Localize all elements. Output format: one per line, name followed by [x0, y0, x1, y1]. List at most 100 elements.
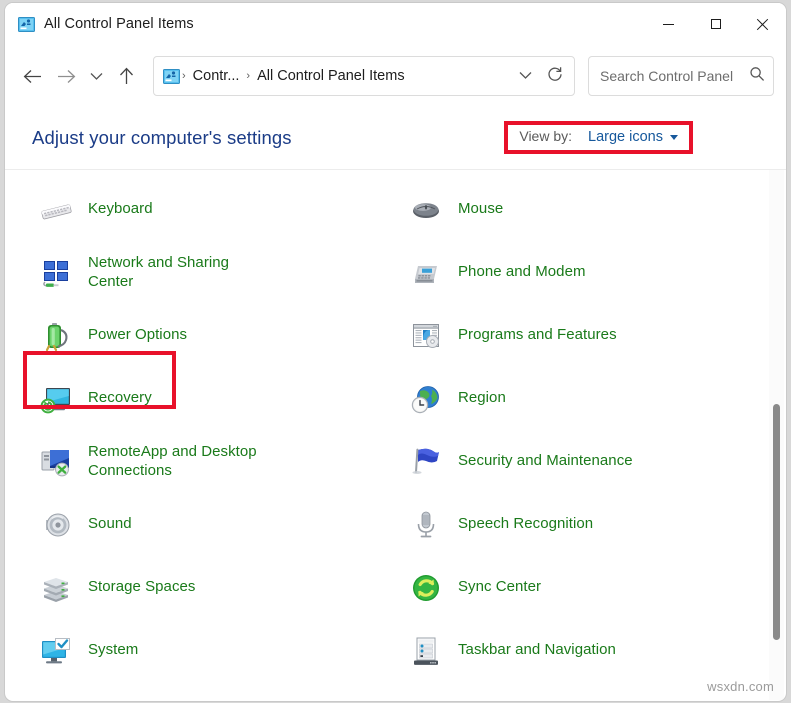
chevron-down-icon: [90, 72, 103, 81]
mouse-icon: [406, 190, 446, 230]
item-label: Phone and Modem: [458, 263, 586, 281]
previous-locations-button[interactable]: [510, 59, 540, 93]
sound-icon: [36, 505, 76, 545]
network-sharing-icon: [36, 253, 76, 293]
item-label: Security and Maintenance: [458, 452, 633, 470]
control-panel-item-power-options[interactable]: Power Options: [5, 304, 387, 367]
chevron-down-icon: [519, 67, 532, 85]
window-title: All Control Panel Items: [44, 16, 194, 32]
control-panel-item-speech-recognition[interactable]: Speech Recognition: [387, 493, 769, 556]
back-button[interactable]: [15, 59, 49, 93]
control-panel-item-troubleshooting[interactable]: Troubleshooting: [5, 682, 387, 700]
forward-button[interactable]: [49, 59, 83, 93]
arrow-left-icon: [23, 69, 42, 84]
control-panel-item-programs-and-features[interactable]: Programs and Features: [387, 304, 769, 367]
item-label: Keyboard: [88, 200, 153, 218]
control-panel-item-security-and-maintenance[interactable]: Security and Maintenance: [387, 430, 769, 493]
item-label: Mouse: [458, 200, 503, 218]
arrow-up-icon: [119, 67, 134, 85]
system-icon: [36, 631, 76, 671]
control-panel-item-sync-center[interactable]: Sync Center: [387, 556, 769, 619]
watermark: wsxdn.com: [707, 679, 774, 694]
control-panel-item-remoteapp-and-desktop-connections[interactable]: RemoteApp and Desktop Connections: [5, 430, 387, 493]
scrollbar-thumb[interactable]: [773, 404, 780, 640]
item-row: Sound: [5, 493, 769, 556]
control-panel-item-taskbar-and-navigation[interactable]: Taskbar and Navigation: [387, 619, 769, 682]
minimize-icon: [663, 24, 674, 25]
search-input[interactable]: [600, 68, 749, 84]
caption-buttons: [645, 3, 786, 45]
remoteapp-icon: [36, 442, 76, 482]
control-panel-item-storage-spaces[interactable]: Storage Spaces: [5, 556, 387, 619]
storage-spaces-icon: [36, 568, 76, 608]
control-panel-icon: [163, 69, 180, 84]
refresh-button[interactable]: [540, 59, 570, 93]
control-panel-item-network-and-sharing-center[interactable]: Network and Sharing Center: [5, 241, 387, 304]
security-maintenance-icon: [406, 442, 446, 482]
close-icon: [756, 18, 769, 31]
control-panel-item-phone-and-modem[interactable]: Phone and Modem: [387, 241, 769, 304]
item-label: RemoteApp and Desktop Connections: [88, 443, 263, 480]
title-bar: All Control Panel Items: [5, 3, 786, 45]
vertical-scrollbar[interactable]: [769, 170, 784, 700]
items-area: Keyboard: [5, 169, 786, 700]
control-panel-window: All Control Panel Items: [4, 2, 787, 702]
power-options-icon: [36, 316, 76, 356]
item-row: RemoteApp and Desktop Connections: [5, 430, 769, 493]
address-bar[interactable]: › Contr... › All Control Panel Items: [153, 56, 575, 96]
item-label: Storage Spaces: [88, 578, 195, 596]
item-row: Network and Sharing Center: [5, 241, 769, 304]
arrow-right-icon: [57, 69, 76, 84]
recovery-icon: [36, 379, 76, 419]
control-panel-icon: [18, 17, 35, 32]
item-label: Region: [458, 389, 506, 407]
control-panel-item-recovery[interactable]: Recovery: [5, 367, 387, 430]
maximize-button[interactable]: [692, 3, 739, 45]
breadcrumb-item-control-panel[interactable]: Contr...: [188, 65, 245, 87]
search-box[interactable]: [588, 56, 774, 96]
item-label: Recovery: [88, 389, 152, 407]
header-row: Adjust your computer's settings View by:…: [5, 107, 786, 169]
caret-down-icon[interactable]: [670, 135, 678, 140]
control-panel-item-mouse[interactable]: Mouse: [387, 178, 769, 241]
item-label: Sync Center: [458, 578, 541, 596]
page-title: Adjust your computer's settings: [32, 127, 292, 149]
item-row: Recovery: [5, 367, 769, 430]
keyboard-icon: [36, 190, 76, 230]
control-panel-item-system[interactable]: System: [5, 619, 387, 682]
view-by-dropdown[interactable]: View by: Large icons: [504, 121, 693, 154]
maximize-icon: [711, 19, 721, 29]
item-label: Programs and Features: [458, 326, 617, 344]
breadcrumb-item-all-items[interactable]: All Control Panel Items: [252, 65, 409, 87]
view-by-label: View by:: [519, 128, 572, 144]
breadcrumb-separator: ›: [244, 70, 252, 82]
item-row: Power Options: [5, 304, 769, 367]
close-button[interactable]: [739, 3, 786, 45]
troubleshooting-icon: [36, 694, 76, 701]
breadcrumb-separator: ›: [180, 70, 188, 82]
item-row: System: [5, 619, 769, 682]
item-label: Speech Recognition: [458, 515, 593, 533]
speech-recognition-icon: [406, 505, 446, 545]
region-icon: [406, 379, 446, 419]
item-row: Troubleshooting: [5, 682, 769, 700]
view-by-value[interactable]: Large icons: [588, 129, 663, 145]
item-label: Taskbar and Navigation: [458, 641, 616, 659]
item-label: Power Options: [88, 326, 187, 344]
minimize-button[interactable]: [645, 3, 692, 45]
control-panel-item-keyboard[interactable]: Keyboard: [5, 178, 387, 241]
control-panel-item-region[interactable]: Region: [387, 367, 769, 430]
item-label: Sound: [88, 515, 132, 533]
recent-locations-button[interactable]: [83, 59, 109, 93]
user-accounts-icon: [406, 694, 446, 701]
navigation-bar: › Contr... › All Control Panel Items: [5, 45, 786, 107]
item-label: System: [88, 641, 138, 659]
search-icon[interactable]: [749, 66, 765, 87]
items-grid: Keyboard: [5, 170, 769, 700]
up-button[interactable]: [109, 59, 143, 93]
item-row: Storage Spaces: [5, 556, 769, 619]
refresh-icon: [547, 66, 563, 87]
phone-modem-icon: [406, 253, 446, 293]
item-label: Network and Sharing Center: [88, 254, 263, 291]
control-panel-item-sound[interactable]: Sound: [5, 493, 387, 556]
